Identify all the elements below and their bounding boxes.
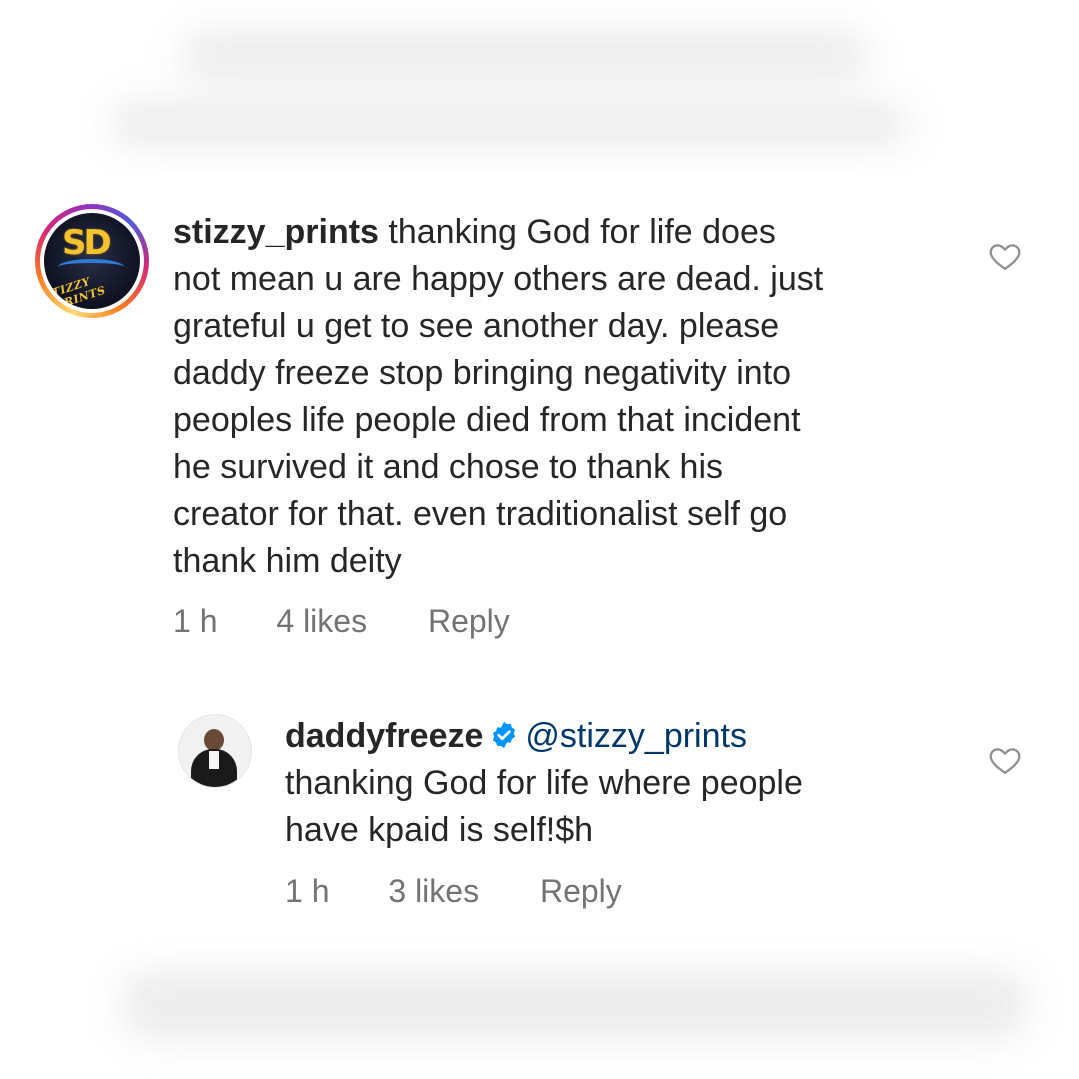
comment-line: have kpaid is self!$h bbox=[285, 811, 594, 849]
avatar-logo-letters: SD bbox=[62, 223, 112, 263]
comment-likes-count[interactable]: 4 likes bbox=[276, 603, 367, 640]
comment-line: grateful u get to see another day. pleas… bbox=[173, 307, 780, 345]
comment-line: daddyfreeze @stizzy_prints bbox=[285, 713, 975, 760]
comment-line: stizzy_prints thanking God for life does bbox=[173, 209, 963, 256]
avatar[interactable] bbox=[178, 714, 252, 788]
avatar-story-ring[interactable]: SD TIZZY PRINTS bbox=[35, 204, 149, 318]
heart-outline-icon[interactable] bbox=[988, 743, 1022, 777]
comment-likes-count[interactable]: 3 likes bbox=[388, 873, 479, 910]
mention-link[interactable]: @stizzy_prints bbox=[525, 717, 747, 755]
comment-meta: 1 h 4 likes Reply bbox=[173, 603, 510, 640]
comment-body: daddyfreeze @stizzy_prints thanking God … bbox=[285, 713, 975, 854]
comment-line: not mean u are happy others are dead. ju… bbox=[173, 260, 824, 298]
comment-timestamp: 1 h bbox=[285, 873, 330, 909]
verified-badge-icon bbox=[493, 721, 516, 749]
comment-line: creator for that. even traditionalist se… bbox=[173, 495, 788, 533]
comments-screen: SD TIZZY PRINTS stizzy_prints thanking G… bbox=[0, 0, 1079, 1079]
blurred-comment-bottom bbox=[0, 940, 1079, 1079]
comment-line: he survived it and chose to thank his bbox=[173, 448, 723, 486]
comment-line: peoples life people died from that incid… bbox=[173, 401, 801, 439]
comment-line: daddy freeze stop bringing negativity in… bbox=[173, 354, 792, 392]
comment-text: thanking God for life does bbox=[388, 213, 776, 251]
comment-timestamp: 1 h bbox=[173, 603, 218, 639]
blurred-comment-top bbox=[0, 0, 1079, 175]
avatar-photo-head bbox=[204, 729, 224, 751]
comment-line: thanking God for life where people bbox=[285, 764, 803, 802]
comment-line: thank him deity bbox=[173, 542, 402, 580]
comment-meta: 1 h 3 likes Reply bbox=[285, 873, 622, 910]
avatar-photo-shirt bbox=[209, 751, 219, 769]
comment-body: stizzy_prints thanking God for life does… bbox=[173, 209, 963, 585]
username-link[interactable]: stizzy_prints bbox=[173, 213, 379, 251]
username-link[interactable]: daddyfreeze bbox=[285, 717, 483, 755]
reply-button[interactable]: Reply bbox=[428, 603, 510, 640]
avatar: SD TIZZY PRINTS bbox=[44, 213, 140, 309]
reply-button[interactable]: Reply bbox=[540, 873, 622, 910]
heart-outline-icon[interactable] bbox=[988, 239, 1022, 273]
